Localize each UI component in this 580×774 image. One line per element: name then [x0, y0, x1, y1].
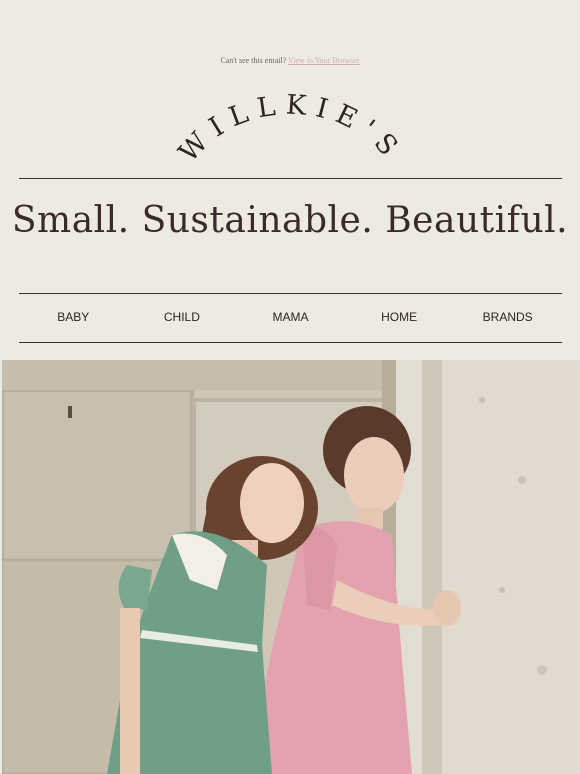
divider-top: [19, 178, 562, 179]
tagline: Small. Sustainable. Beautiful.: [11, 200, 569, 241]
nav-item-brands[interactable]: BRANDS: [453, 302, 562, 332]
nav-item-baby[interactable]: BABY: [19, 302, 128, 332]
view-in-browser-link[interactable]: View in Your Browser: [288, 56, 360, 65]
email-page: Can't see this email? View in Your Brows…: [0, 0, 580, 774]
willkies-logo[interactable]: WILLKIE'S: [170, 76, 410, 166]
logo-text: WILLKIE'S: [173, 89, 409, 166]
divider-nav-top: [19, 293, 562, 294]
divider-nav-bottom: [19, 342, 562, 343]
hero-photo: [2, 360, 580, 774]
nav-item-child[interactable]: CHILD: [128, 302, 237, 332]
preheader: Can't see this email? View in Your Brows…: [0, 56, 580, 65]
hero-image[interactable]: [2, 360, 580, 774]
nav-item-mama[interactable]: MAMA: [236, 302, 345, 332]
nav-item-home[interactable]: HOME: [345, 302, 454, 332]
main-nav: BABY CHILD MAMA HOME BRANDS: [19, 302, 562, 332]
preheader-text: Can't see this email?: [220, 56, 287, 65]
